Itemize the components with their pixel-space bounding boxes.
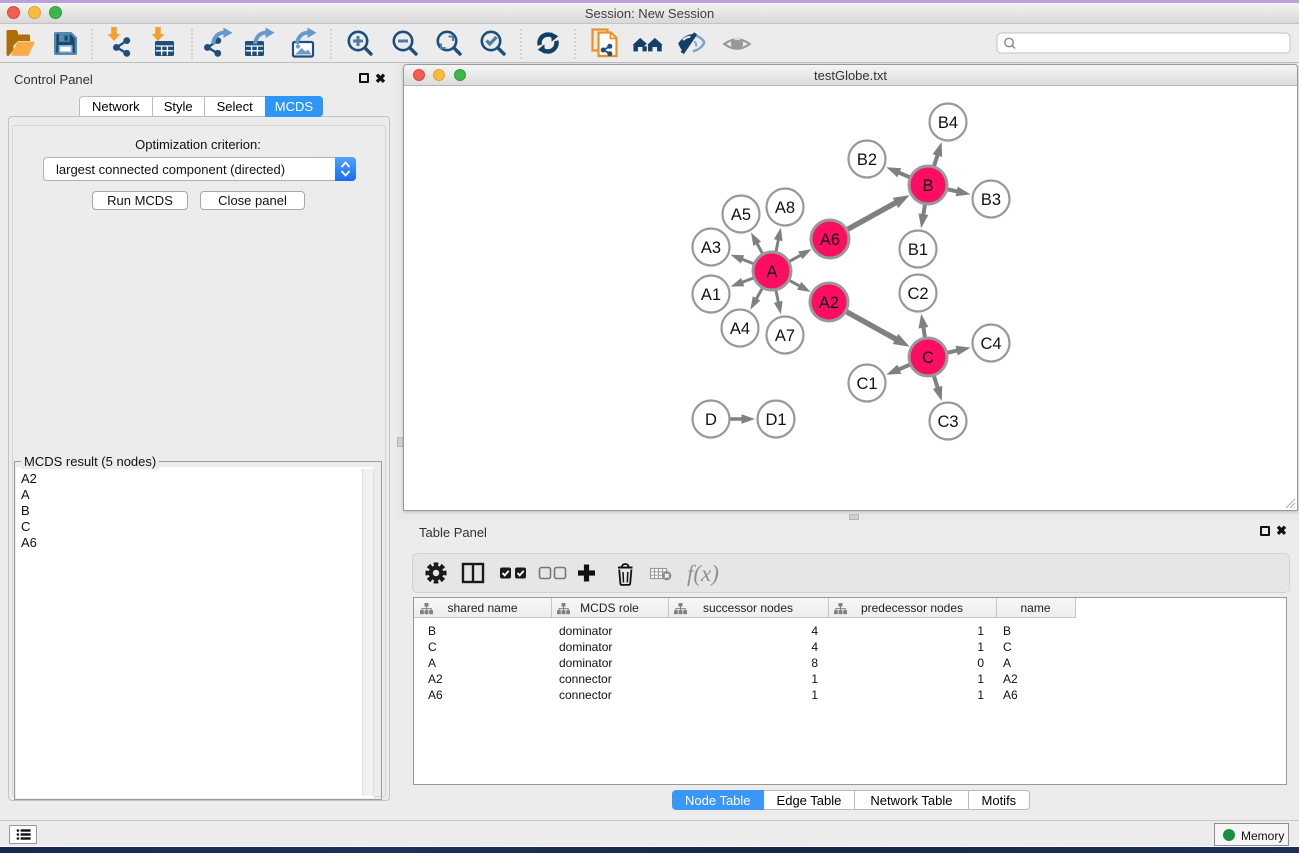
svg-text:f(x): f(x) — [687, 561, 719, 586]
svg-text:A2: A2 — [819, 294, 839, 312]
svg-text:B: B — [922, 177, 933, 195]
svg-text:B1: B1 — [908, 241, 928, 259]
svg-text:A5: A5 — [731, 206, 751, 224]
svg-text:B3: B3 — [981, 191, 1001, 209]
svg-text:C1: C1 — [856, 375, 877, 393]
svg-text:A7: A7 — [775, 327, 795, 345]
svg-text:D: D — [705, 411, 717, 429]
svg-text:B4: B4 — [938, 114, 958, 132]
svg-text:C: C — [922, 349, 934, 367]
svg-text:C2: C2 — [907, 285, 928, 303]
svg-text:C3: C3 — [937, 413, 958, 431]
svg-text:B2: B2 — [857, 151, 877, 169]
svg-text:C4: C4 — [980, 335, 1001, 353]
svg-text:D1: D1 — [765, 411, 786, 429]
svg-text:A6: A6 — [820, 231, 840, 249]
svg-text:A: A — [766, 263, 777, 281]
svg-text:A4: A4 — [730, 320, 750, 338]
svg-text:A3: A3 — [701, 239, 721, 257]
svg-text:A1: A1 — [701, 286, 721, 304]
svg-text:A8: A8 — [775, 199, 795, 217]
